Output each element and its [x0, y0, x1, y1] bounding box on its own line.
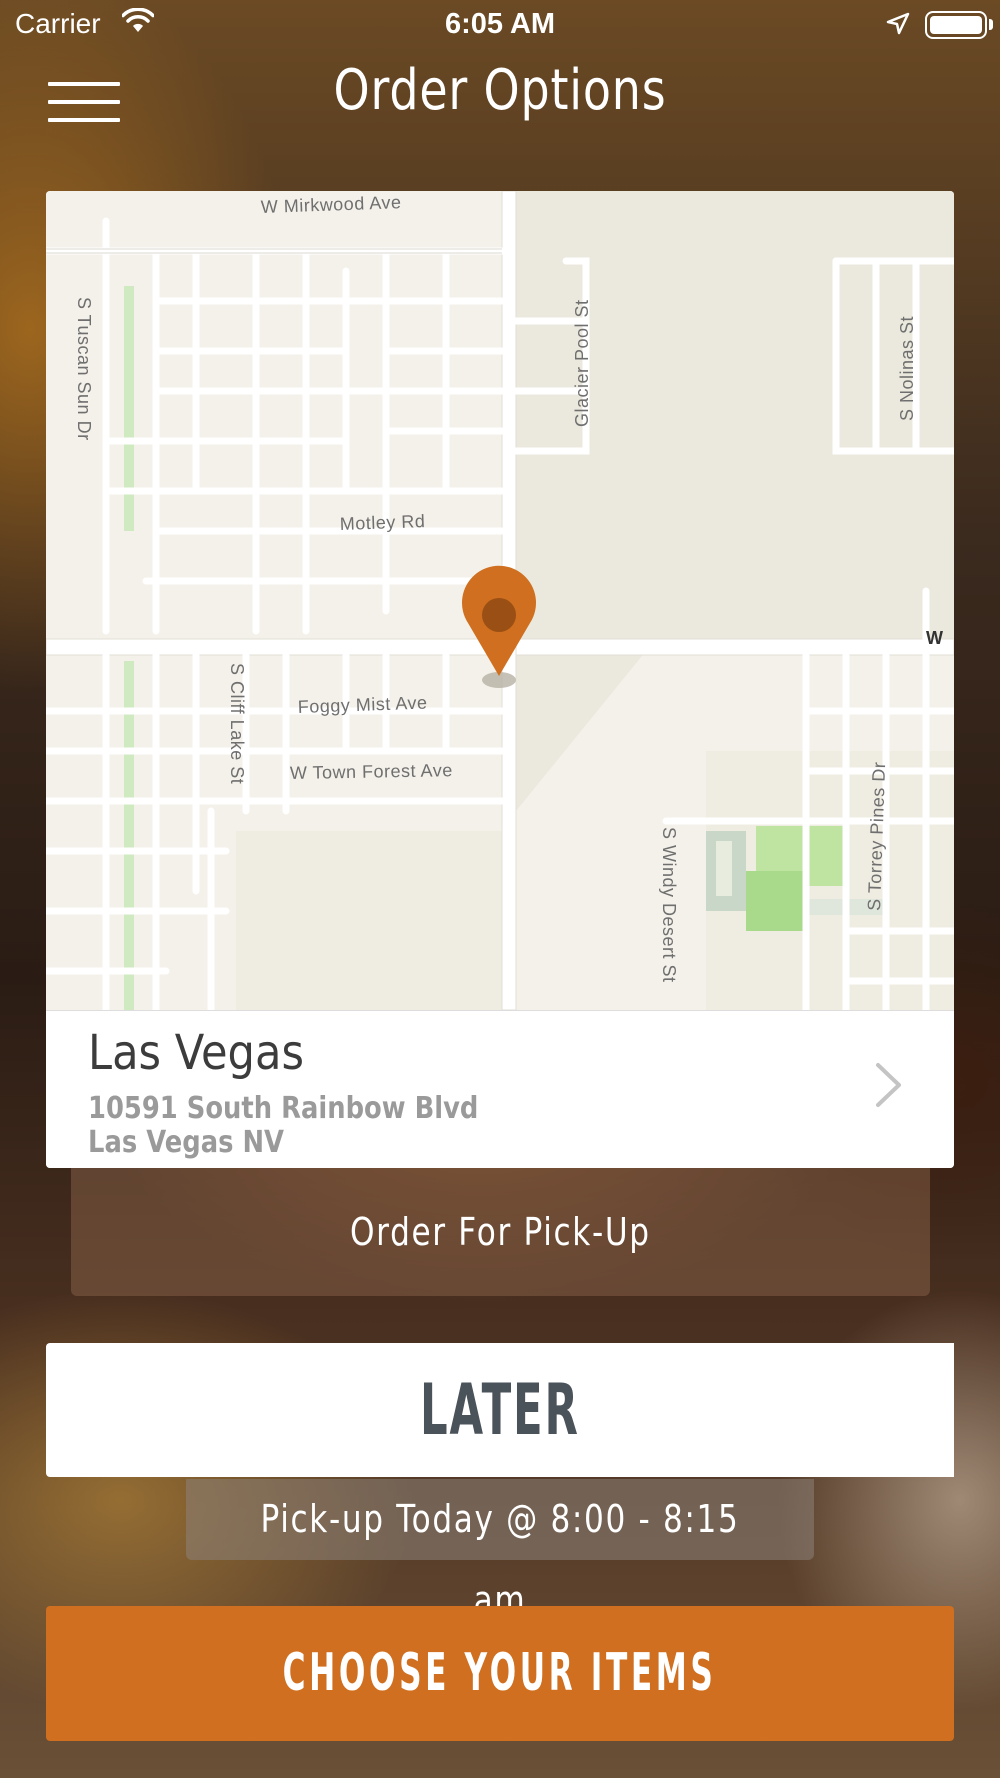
store-location-row[interactable]: Las Vegas 10591 South Rainbow Blvd Las V…: [46, 1010, 954, 1168]
map-label-cliff-lake: S Cliff Lake St: [227, 663, 247, 784]
pickup-time-selector[interactable]: Pick-up Today @ 8:00 - 8:15 am: [186, 1479, 814, 1622]
store-address-line1: 10591 South Rainbow Blvd: [88, 1091, 479, 1126]
map-label-nolinas: S Nolinas St: [897, 316, 917, 421]
map-label-windy-desert: S Windy Desert St: [659, 827, 679, 983]
map-label-edge-w: W: [926, 628, 944, 648]
store-name: Las Vegas: [88, 1025, 304, 1081]
later-button[interactable]: LATER: [46, 1343, 954, 1477]
map-label-motley: Motley Rd: [339, 511, 425, 534]
battery-full-icon: [925, 11, 987, 39]
map-label-town-forest: W Town Forest Ave: [290, 760, 453, 783]
map-label-glacier: Glacier Pool St: [572, 299, 592, 427]
order-pickup-button[interactable]: Order For Pick-Up: [71, 1168, 930, 1296]
clock: 6:05 AM: [444, 8, 556, 40]
map-label-tuscan: S Tuscan Sun Dr: [74, 297, 94, 441]
map-label-mirkwood: W Mirkwood Ave: [260, 192, 401, 217]
store-map[interactable]: W Mirkwood Ave S Tuscan Sun Dr Glacier P…: [46, 191, 954, 1010]
page-title: Order Options: [333, 58, 667, 123]
location-arrow-icon: [885, 11, 911, 42]
choose-items-button[interactable]: CHOOSE YOUR ITEMS: [46, 1606, 954, 1741]
chevron-right-icon: [874, 1061, 904, 1114]
status-bar: Carrier 6:05 AM: [0, 0, 1000, 50]
store-address-line2: Las Vegas NV: [88, 1125, 285, 1160]
store-location-card: W Mirkwood Ave S Tuscan Sun Dr Glacier P…: [46, 191, 954, 1168]
